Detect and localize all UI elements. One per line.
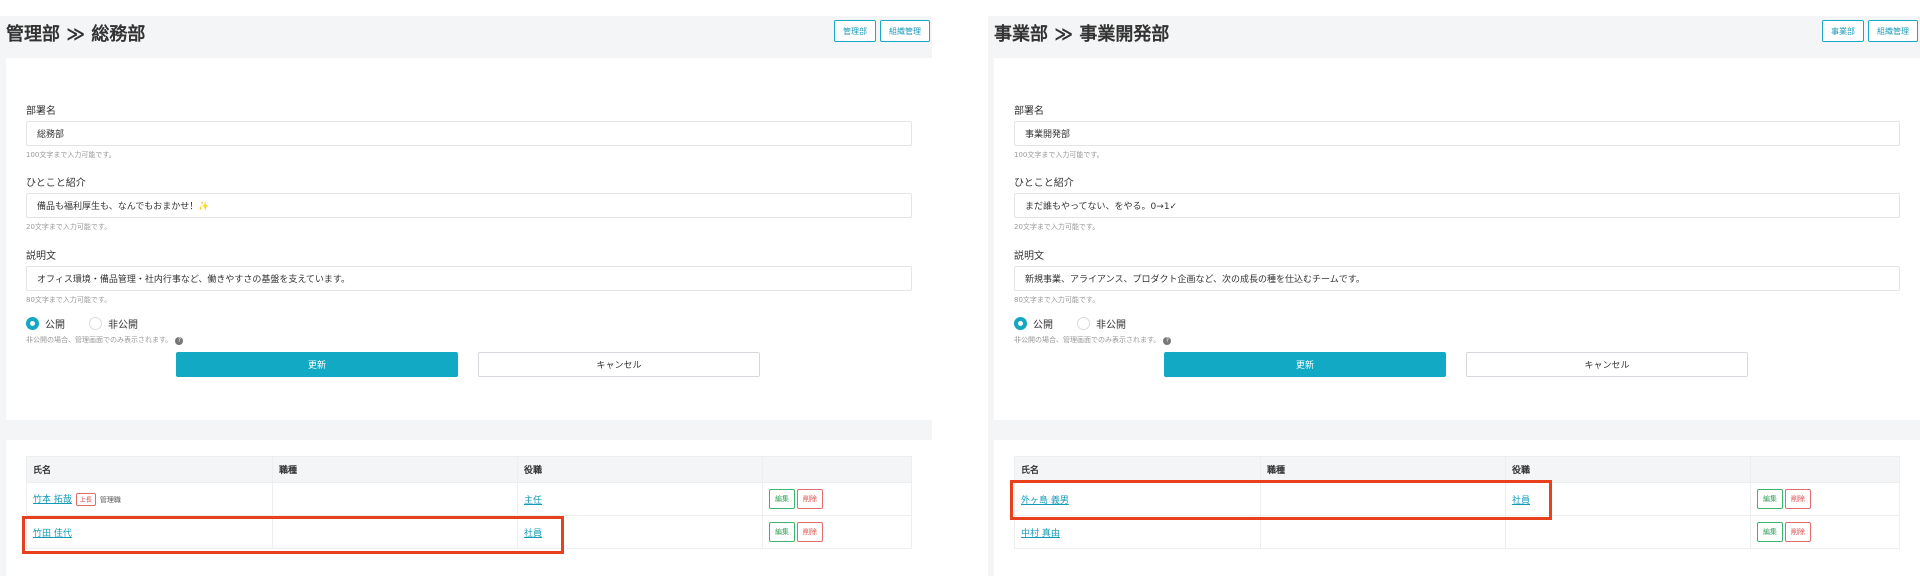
radio-private[interactable] [89,317,102,330]
edit-button[interactable]: 編集 [769,489,795,509]
member-position-link[interactable]: 社員 [524,529,542,539]
org-manage-button[interactable]: 組織管理 [1868,20,1918,42]
description-hint: 80文字まで入力可能です。 [26,296,112,304]
member-job [272,482,518,516]
help-circle-icon[interactable]: ? [175,337,184,345]
member-position-link[interactable]: 主任 [524,496,542,506]
edit-button[interactable]: 編集 [1757,522,1783,542]
header-buttons: 事業部 組織管理 [1822,20,1918,42]
page-title: 事業部 ≫ 事業開発部 [994,24,1170,45]
member-position-link[interactable]: 社員 [1512,496,1530,506]
description-input[interactable]: オフィス環境・備品管理・社内行事など、働きやすさの基盤を支えています。 [26,266,912,291]
parent-dept-button[interactable]: 事業部 [1822,20,1864,42]
col-name: 氏名 [26,456,273,483]
description-label: 説明文 [1014,251,1044,262]
delete-button[interactable]: 削除 [797,522,823,542]
description-label: 説明文 [26,251,56,262]
page-title: 管理部 ≫ 総務部 [6,24,146,45]
description-hint: 80文字まで入力可能です。 [1014,296,1100,304]
update-button[interactable]: 更新 [176,352,458,377]
dept-name-hint: 100文字まで入力可能です。 [26,151,116,159]
table-row: 竹田 佳代 社員 編集 削除 [26,515,912,549]
visibility-hint: 非公開の場合、管理画面でのみ表示されます。? [26,335,184,345]
intro-label: ひとこと紹介 [26,178,86,189]
table-row: 竹本 拓哉 上長 管理職 主任 編集 削除 [26,482,912,516]
edit-button[interactable]: 編集 [1757,489,1783,509]
boss-badge: 上長 [75,493,96,506]
radio-private-label: 非公開 [1096,320,1126,331]
member-name-link[interactable]: 中村 真由 [1021,529,1060,539]
member-job [1260,515,1506,549]
right-panel: 事業部 ≫ 事業開発部 事業部 組織管理 部署名 事業開発部 100文字まで入力… [988,16,1920,576]
radio-public[interactable] [1014,317,1027,330]
visibility-radio-group: 公開 非公開 [1014,316,1126,331]
parent-dept-button[interactable]: 管理部 [834,20,876,42]
delete-button[interactable]: 削除 [1785,522,1811,542]
members-table: 氏名 職種 役職 外ヶ島 義男 社員 編集 削除 中村 真由 編集 削除 [1014,456,1900,549]
members-card: 氏名 職種 役職 外ヶ島 義男 社員 編集 削除 中村 真由 編集 削除 [994,440,1920,576]
radio-private[interactable] [1077,317,1090,330]
dept-name-label: 部署名 [26,106,56,117]
radio-private-label: 非公開 [108,320,138,331]
col-actions [762,456,912,483]
radio-public[interactable] [26,317,39,330]
intro-hint: 20文字まで入力可能です。 [1014,223,1100,231]
table-header-row: 氏名 職種 役職 [1014,456,1900,483]
cancel-button[interactable]: キャンセル [1466,352,1748,377]
visibility-hint-text: 非公開の場合、管理画面でのみ表示されます。 [26,336,173,344]
col-name: 氏名 [1014,456,1261,483]
dept-name-input[interactable]: 総務部 [26,121,912,146]
page-header: 管理部 ≫ 総務部 管理部 組織管理 [0,16,932,46]
intro-hint: 20文字まで入力可能です。 [26,223,112,231]
col-position: 役職 [517,456,763,483]
cancel-button[interactable]: キャンセル [478,352,760,377]
col-job: 職種 [1260,456,1506,483]
intro-input[interactable]: 備品も福利厚生も、なんでもおまかせ！✨ [26,193,912,218]
description-input[interactable]: 新規事業、アライアンス、プロダクト企画など、次の成長の種を仕込むチームです。 [1014,266,1900,291]
update-button[interactable]: 更新 [1164,352,1446,377]
member-name-link[interactable]: 竹本 拓哉 [33,495,72,505]
member-name-link[interactable]: 外ヶ島 義男 [1021,496,1069,506]
dept-name-input[interactable]: 事業開発部 [1014,121,1900,146]
members-table: 氏名 職種 役職 竹本 拓哉 上長 管理職 主任 編集 削除 竹田 佳代 社員 編集削… [26,456,912,549]
delete-button[interactable]: 削除 [797,489,823,509]
visibility-radio-group: 公開 非公開 [26,316,138,331]
dept-name-label: 部署名 [1014,106,1044,117]
role-note: 管理職 [99,496,121,504]
dept-form-card: 部署名 事業開発部 100文字まで入力可能です。 ひとこと紹介 まだ誰もやってな… [994,58,1920,420]
member-job [272,515,518,549]
col-job: 職種 [272,456,518,483]
table-row: 外ヶ島 義男 社員 編集 削除 [1014,482,1900,516]
help-circle-icon[interactable]: ? [1163,337,1172,345]
col-position: 役職 [1505,456,1751,483]
left-panel: 管理部 ≫ 総務部 管理部 組織管理 部署名 総務部 100文字まで入力可能です… [0,16,932,576]
dept-form-card: 部署名 総務部 100文字まで入力可能です。 ひとこと紹介 備品も福利厚生も、な… [6,58,932,420]
members-card: 氏名 職種 役職 竹本 拓哉 上長 管理職 主任 編集 削除 竹田 佳代 社員 編集削… [6,440,932,576]
page-header: 事業部 ≫ 事業開発部 事業部 組織管理 [988,16,1920,46]
radio-public-label: 公開 [1033,320,1053,331]
header-buttons: 管理部 組織管理 [834,20,930,42]
org-manage-button[interactable]: 組織管理 [880,20,930,42]
table-header-row: 氏名 職種 役職 [26,456,912,483]
col-actions [1750,456,1900,483]
delete-button[interactable]: 削除 [1785,489,1811,509]
intro-input[interactable]: まだ誰もやってない、をやる。0→1✓ [1014,193,1900,218]
edit-button[interactable]: 編集 [769,522,795,542]
visibility-hint: 非公開の場合、管理画面でのみ表示されます。? [1014,335,1172,345]
radio-public-label: 公開 [45,320,65,331]
table-row: 中村 真由 編集 削除 [1014,515,1900,549]
member-name-link[interactable]: 竹田 佳代 [33,529,72,539]
intro-label: ひとこと紹介 [1014,178,1074,189]
member-job [1260,482,1506,516]
visibility-hint-text: 非公開の場合、管理画面でのみ表示されます。 [1014,336,1161,344]
dept-name-hint: 100文字まで入力可能です。 [1014,151,1104,159]
